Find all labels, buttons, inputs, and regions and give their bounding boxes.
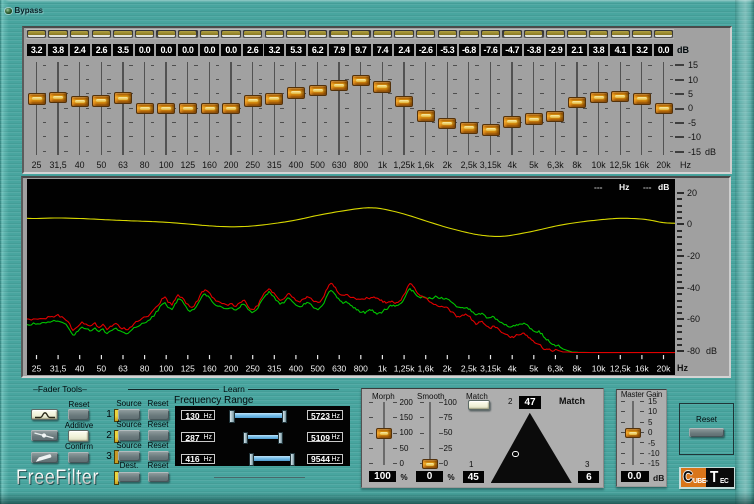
svg-text:315: 315 — [267, 364, 281, 374]
svg-text:630: 630 — [332, 364, 346, 374]
svg-text:125: 125 — [181, 364, 195, 374]
svg-text:160: 160 — [202, 364, 216, 374]
svg-text:8k: 8k — [573, 364, 583, 374]
svg-text:12,5k: 12,5k — [610, 364, 632, 374]
svg-text:100: 100 — [159, 364, 173, 374]
svg-text:400: 400 — [289, 364, 303, 374]
svg-text:500: 500 — [311, 364, 325, 374]
svg-text:1,25k: 1,25k — [394, 364, 416, 374]
svg-text:1,6k: 1,6k — [418, 364, 435, 374]
svg-text:10k: 10k — [592, 364, 606, 374]
svg-text:25: 25 — [32, 364, 42, 374]
svg-text:2k: 2k — [443, 364, 453, 374]
svg-text:2,5k: 2,5k — [461, 364, 478, 374]
svg-text:16k: 16k — [635, 364, 649, 374]
svg-text:20k: 20k — [657, 364, 671, 374]
svg-text:31,5: 31,5 — [50, 364, 67, 374]
svg-text:800: 800 — [354, 364, 368, 374]
svg-text:3,15k: 3,15k — [480, 364, 502, 374]
svg-text:200: 200 — [224, 364, 238, 374]
svg-text:250: 250 — [246, 364, 260, 374]
svg-text:50: 50 — [97, 364, 107, 374]
svg-text:1k: 1k — [378, 364, 388, 374]
svg-text:4k: 4k — [508, 364, 518, 374]
svg-text:40: 40 — [75, 364, 85, 374]
svg-text:80: 80 — [140, 364, 150, 374]
svg-text:63: 63 — [118, 364, 128, 374]
svg-text:5k: 5k — [529, 364, 539, 374]
svg-text:6,3k: 6,3k — [547, 364, 564, 374]
